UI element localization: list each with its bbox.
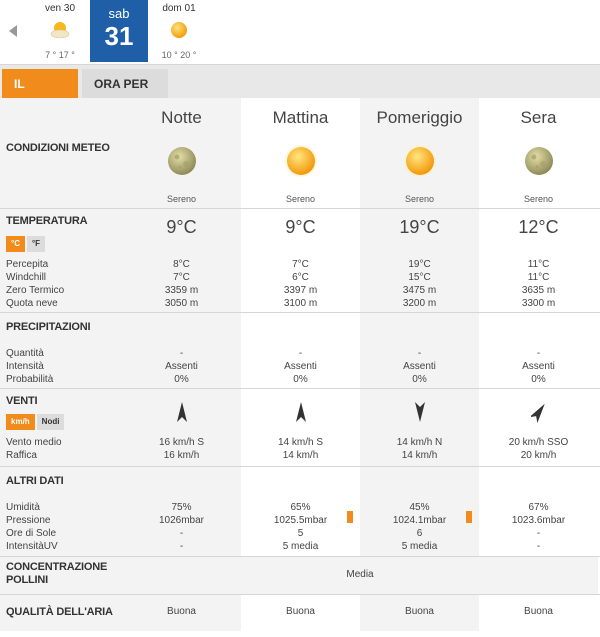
precipitation-sera: - Assenti 0%: [479, 313, 598, 388]
south-arrow-icon: [414, 402, 425, 422]
air-quality-notte: Buona: [122, 595, 241, 631]
period-name: Notte: [161, 108, 202, 127]
previous-day-arrow-icon[interactable]: [9, 25, 17, 37]
other-data-label: ALTRI DATI: [6, 475, 64, 487]
condition-text: Sereno: [404, 194, 435, 204]
unit-celsius-button[interactable]: °C: [6, 236, 25, 252]
precipitation-sublabels: Quantità Intensità Probabilità: [6, 348, 54, 385]
temperature-details: 7°C 6°C 3397 m 3100 m: [283, 259, 318, 309]
wind-mattina: 14 km/h S 14 km/h: [241, 389, 360, 466]
condition-text: Sereno: [285, 194, 316, 204]
period-sera: Sera Sereno: [479, 98, 598, 208]
temperature-value: 9°C: [166, 217, 197, 237]
air-quality-sera: Buona: [479, 595, 598, 631]
day-sab-31[interactable]: sab 31: [90, 0, 148, 62]
air-quality-label: QUALITÀ DELL'ARIA: [6, 606, 113, 618]
day-dom-01[interactable]: dom 01 10 ° 20 °: [150, 0, 208, 64]
other-data-pomeriggio: 45% 1024.1mbar 6 5 media: [360, 467, 479, 556]
sun-cloud-icon: [50, 22, 70, 39]
period-mattina: Mattina Sereno: [241, 98, 360, 208]
temperature-row: TEMPERATURA °C °F Percepita Windchill Zer…: [0, 209, 600, 313]
wind-row: VENTI km/h Nodi Vento medio Raffica 16 km…: [0, 389, 600, 467]
temperature-details: 11°C 11°C 3635 m 3300 m: [521, 259, 556, 309]
tab-il-giorno[interactable]: IL GIORNO: [2, 69, 78, 121]
sun-icon: [403, 145, 436, 177]
temperature-sera: 12°C 11°C 11°C 3635 m 3300 m: [479, 209, 598, 312]
wind-sublabels: Vento medio Raffica: [6, 437, 62, 461]
tab-ora-per-ora[interactable]: ORA PER ORA: [82, 69, 168, 121]
conditions-label: CONDIZIONI METEO: [6, 142, 110, 154]
period-name: Mattina: [272, 108, 329, 127]
day-number: 31: [104, 21, 134, 51]
temperature-value: 12°C: [518, 217, 559, 237]
day-name: sab: [108, 6, 130, 21]
temperature-value: 19°C: [399, 217, 440, 237]
temperature-mattina: 9°C 7°C 6°C 3397 m 3100 m: [241, 209, 360, 312]
other-data-sublabels: Umidità Pressione Ore di Sole IntensitàU…: [6, 502, 58, 552]
wind-sera: 20 km/h SSO 20 km/h: [479, 389, 598, 466]
day-temps: 10 ° 20 °: [161, 50, 197, 60]
uv-indicator: [466, 511, 472, 523]
precipitation-notte: - Assenti 0%: [122, 313, 241, 388]
period-pomeriggio: Pomeriggio Sereno: [360, 98, 479, 208]
day-name: dom 01: [162, 3, 196, 14]
north-arrow-icon: [176, 402, 187, 422]
temperature-value: 9°C: [285, 217, 316, 237]
other-data-sera: 67% 1023.6mbar - -: [479, 467, 598, 556]
moon-icon: [167, 147, 196, 175]
day-temps: 7 ° 17 °: [45, 50, 75, 60]
wind-pomeriggio: 14 km/h N 14 km/h: [360, 389, 479, 466]
pollen-value-cell: Media: [122, 557, 598, 594]
northeast-arrow-icon: [530, 403, 545, 423]
forecast-table: CONDIZIONI METEO Notte Sereno Mattina Se…: [0, 98, 600, 631]
condition-text: Sereno: [523, 194, 554, 204]
day-name: ven 30: [44, 3, 76, 14]
precipitation-pomeriggio: - Assenti 0%: [360, 313, 479, 388]
view-tabs: IL GIORNO ORA PER ORA: [0, 64, 600, 121]
conditions-row: CONDIZIONI METEO Notte Sereno Mattina Se…: [0, 98, 600, 209]
pollen-label: CONCENTRAZIONE POLLINI: [6, 561, 108, 586]
other-data-notte: 75% 1026mbar - -: [122, 467, 241, 556]
pollen-row: CONCENTRAZIONE POLLINI Media: [0, 557, 600, 595]
air-quality-mattina: Buona: [241, 595, 360, 631]
condition-text: Sereno: [166, 194, 197, 204]
air-quality-row: QUALITÀ DELL'ARIA Buona Buona Buona Buon…: [0, 595, 600, 631]
temperature-details: 19°C 15°C 3475 m 3200 m: [402, 259, 437, 309]
temperature-unit-toggle: °C °F: [6, 233, 47, 252]
period-name: Sera: [520, 108, 557, 127]
precipitation-mattina: - Assenti 0%: [241, 313, 360, 388]
other-data-row: ALTRI DATI Umidità Pressione Ore di Sole…: [0, 467, 600, 557]
sun-icon: [284, 145, 317, 177]
sun-icon: [171, 22, 187, 38]
day-selector: ven 30 7 ° 17 ° sab 31 dom 01 10 ° 20 °: [0, 0, 600, 64]
uv-indicator: [347, 511, 353, 523]
temperature-sublabels: Percepita Windchill Zero Termico Quota n…: [6, 259, 65, 309]
wind-notte: 16 km/h S 16 km/h: [122, 389, 241, 466]
precipitation-label: PRECIPITAZIONI: [6, 321, 91, 333]
temperature-details: 8°C 7°C 3359 m 3050 m: [164, 259, 199, 309]
moon-icon: [524, 147, 553, 175]
unit-kmh-button[interactable]: km/h: [6, 414, 35, 430]
temperature-notte: 9°C 8°C 7°C 3359 m 3050 m: [122, 209, 241, 312]
wind-label: VENTI: [6, 395, 38, 407]
period-notte: Notte Sereno: [122, 98, 241, 208]
temperature-pomeriggio: 19°C 19°C 15°C 3475 m 3200 m: [360, 209, 479, 312]
period-name: Pomeriggio: [376, 108, 463, 127]
unit-knots-button[interactable]: Nodi: [36, 414, 65, 430]
day-ven-30[interactable]: ven 30 7 ° 17 °: [30, 0, 90, 64]
air-quality-pomeriggio: Buona: [360, 595, 479, 631]
pollen-value: Media: [346, 569, 374, 580]
temperature-label: TEMPERATURA: [6, 215, 88, 227]
other-data-mattina: 65% 1025.5mbar 5 5 media: [241, 467, 360, 556]
north-arrow-icon: [295, 402, 306, 422]
wind-unit-toggle: km/h Nodi: [6, 411, 66, 430]
precipitation-row: PRECIPITAZIONI Quantità Intensità Probab…: [0, 313, 600, 389]
unit-fahrenheit-button[interactable]: °F: [26, 236, 46, 252]
